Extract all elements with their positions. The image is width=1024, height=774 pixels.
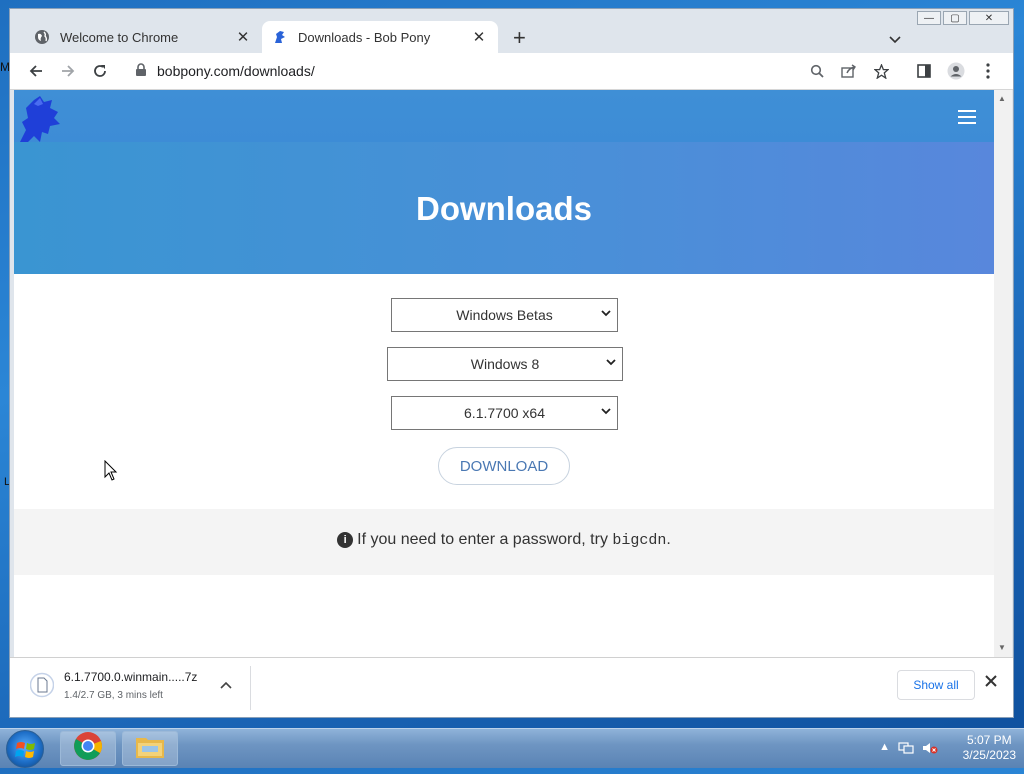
reload-icon[interactable] <box>90 61 110 81</box>
page-title: Downloads <box>415 190 592 227</box>
chrome-icon <box>73 731 103 766</box>
url-text: bobpony.com/downloads/ <box>157 63 315 79</box>
side-panel-icon[interactable] <box>914 61 934 81</box>
back-icon[interactable] <box>26 61 46 81</box>
close-shelf-icon[interactable] <box>985 674 997 692</box>
chrome-window: — ▢ ✕ Welcome to Chrome ✕ Downloads - Bo… <box>9 8 1014 718</box>
category-select[interactable]: Windows Betas <box>391 298 618 332</box>
tab-label: Welcome to Chrome <box>60 29 179 45</box>
scroll-up-icon[interactable]: ▲ <box>998 94 1006 103</box>
tab-strip: Welcome to Chrome ✕ Downloads - Bob Pony… <box>10 19 1013 53</box>
show-all-button[interactable]: Show all <box>897 670 975 700</box>
explorer-taskbar-button[interactable] <box>122 731 178 766</box>
download-status: 1.4/2.7 GB, 3 mins left <box>64 690 163 701</box>
download-shelf: 6.1.7700.0.winmain.....7z 1.4/2.7 GB, 3 … <box>10 657 1013 717</box>
volume-muted-icon[interactable] <box>922 741 938 758</box>
build-select[interactable]: 6.1.7700 x64 <box>391 396 618 430</box>
select-value: Windows Betas <box>456 307 553 323</box>
tab-welcome[interactable]: Welcome to Chrome ✕ <box>24 21 262 53</box>
share-icon[interactable] <box>839 61 859 81</box>
chevron-down-icon <box>606 357 616 369</box>
network-icon[interactable] <box>898 741 914 758</box>
hamburger-menu-icon[interactable] <box>958 110 976 128</box>
clock-time: 5:07 PM <box>966 733 1012 747</box>
page-viewport: Downloads Windows Betas Windows 8 6.1.77… <box>14 90 994 657</box>
clock-date: 3/25/2023 <box>962 748 1016 762</box>
profile-avatar-icon[interactable] <box>946 61 966 81</box>
tab-downloads[interactable]: Downloads - Bob Pony ✕ <box>262 21 498 53</box>
info-prefix: If you need to enter a password, try <box>357 531 613 548</box>
close-tab-icon[interactable]: ✕ <box>234 28 252 46</box>
password-code: bigcdn <box>612 532 667 549</box>
new-tab-icon[interactable]: + <box>513 27 526 49</box>
bob-pony-logo[interactable] <box>16 94 62 149</box>
address-bar[interactable]: bobpony.com/downloads/ <box>123 56 893 86</box>
select-value: Windows 8 <box>470 356 540 372</box>
folder-icon <box>134 732 166 765</box>
browser-toolbar: bobpony.com/downloads/ <box>10 53 1013 90</box>
chevron-up-icon[interactable] <box>220 678 232 692</box>
mouse-cursor-icon <box>104 459 118 487</box>
os-select[interactable]: Windows 8 <box>387 347 623 381</box>
menu-kebab-icon[interactable] <box>978 61 998 81</box>
close-tab-icon[interactable]: ✕ <box>470 28 488 46</box>
bob-pony-favicon <box>272 29 288 45</box>
page-scrollbar[interactable]: ▲ ▼ <box>994 90 1012 657</box>
search-icon[interactable] <box>807 61 827 81</box>
info-suffix: . <box>666 531 671 548</box>
tab-search-chevron-icon[interactable] <box>889 31 901 47</box>
scroll-down-icon[interactable]: ▼ <box>998 643 1006 652</box>
globe-icon <box>34 29 50 45</box>
chevron-down-icon <box>601 406 611 418</box>
tab-label: Downloads - Bob Pony <box>298 29 431 45</box>
hero-banner: Downloads <box>14 90 994 274</box>
select-value: 6.1.7700 x64 <box>464 405 545 421</box>
clock[interactable]: 5:07 PM 3/25/2023 <box>963 733 1016 763</box>
info-icon: i <box>337 532 354 548</box>
start-button[interactable] <box>6 730 44 768</box>
chrome-taskbar-button[interactable] <box>60 731 116 766</box>
bookmark-star-icon[interactable] <box>871 61 891 81</box>
lock-icon[interactable] <box>135 63 147 82</box>
password-info-text: i If you need to enter a password, try bi… <box>14 531 994 549</box>
file-icon <box>29 672 55 698</box>
chevron-down-icon <box>601 308 611 320</box>
download-button[interactable]: DOWNLOAD <box>438 447 570 485</box>
forward-icon[interactable] <box>58 61 78 81</box>
password-info-band: i If you need to enter a password, try bi… <box>14 509 994 575</box>
show-hidden-icons-icon[interactable]: ▲ <box>879 741 890 758</box>
shelf-divider <box>250 666 251 710</box>
system-tray: ▲ <box>879 741 938 758</box>
download-filename[interactable]: 6.1.7700.0.winmain.....7z <box>64 670 197 684</box>
taskbar: ▲ 5:07 PM 3/25/2023 <box>0 728 1024 768</box>
